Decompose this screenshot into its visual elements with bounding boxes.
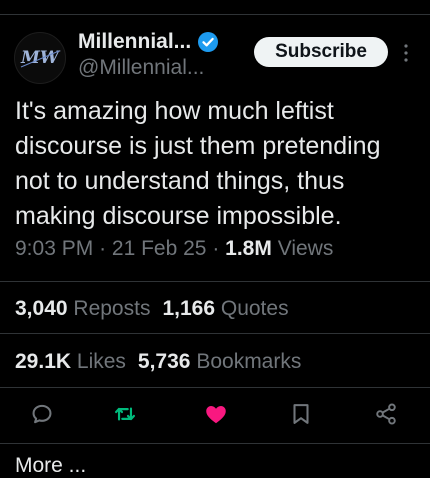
reply-icon [32, 404, 52, 424]
reposts-quotes-row: 3,040 Reposts 1,166 Quotes [15, 297, 289, 321]
divider [0, 333, 430, 334]
likes-bookmarks-row: 29.1K Likes 5,736 Bookmarks [15, 350, 301, 374]
reposts-stat[interactable]: 3,040 Reposts [15, 297, 150, 320]
reposts-count: 3,040 [15, 297, 68, 320]
action-bar [0, 399, 430, 431]
top-divider [0, 14, 430, 15]
views-label: Views [277, 237, 334, 260]
avatar-logo: MW [20, 48, 61, 68]
share-icon [376, 403, 396, 425]
share-button[interactable] [371, 399, 401, 429]
likes-stat[interactable]: 29.1K Likes [15, 350, 126, 373]
meta-separator: · [99, 237, 107, 260]
post-text: It's amazing how much leftist discourse … [15, 97, 381, 230]
reposts-label: Reposts [73, 297, 151, 320]
divider [0, 387, 430, 388]
views-count: 1.8M [225, 237, 272, 260]
repost-icon [115, 407, 135, 421]
display-name[interactable]: Millennial... [78, 30, 191, 54]
verified-badge-icon [198, 32, 219, 52]
author-handle[interactable]: @Millennial... [78, 56, 204, 80]
quotes-count: 1,166 [162, 297, 216, 320]
post-meta: 9:03 PM · 21 Feb 25 · 1.8M Views [15, 237, 333, 261]
like-button[interactable] [201, 399, 231, 429]
bookmarks-label: Bookmarks [196, 350, 302, 373]
reply-button[interactable] [27, 399, 57, 429]
likes-count: 29.1K [15, 350, 72, 373]
likes-label: Likes [76, 350, 126, 373]
avatar[interactable]: MW [14, 32, 66, 84]
more-options-icon[interactable] [400, 42, 412, 64]
meta-separator: · [212, 237, 220, 260]
bookmarks-count: 5,736 [137, 350, 191, 373]
post-time[interactable]: 9:03 PM [15, 237, 93, 260]
divider [0, 281, 430, 282]
like-icon [206, 405, 226, 424]
repost-button[interactable] [110, 399, 140, 429]
subscribe-button[interactable]: Subscribe [254, 37, 388, 67]
more-replies-heading: More ... [15, 454, 87, 477]
author-name-row[interactable]: Millennial... [78, 30, 219, 54]
post-date[interactable]: 21 Feb 25 [112, 237, 207, 260]
bookmark-icon [293, 404, 309, 424]
divider [0, 443, 430, 444]
bookmarks-stat[interactable]: 5,736 Bookmarks [138, 350, 301, 373]
bookmark-button[interactable] [286, 399, 316, 429]
quotes-stat[interactable]: 1,166 Quotes [162, 297, 288, 320]
quotes-label: Quotes [220, 297, 289, 320]
